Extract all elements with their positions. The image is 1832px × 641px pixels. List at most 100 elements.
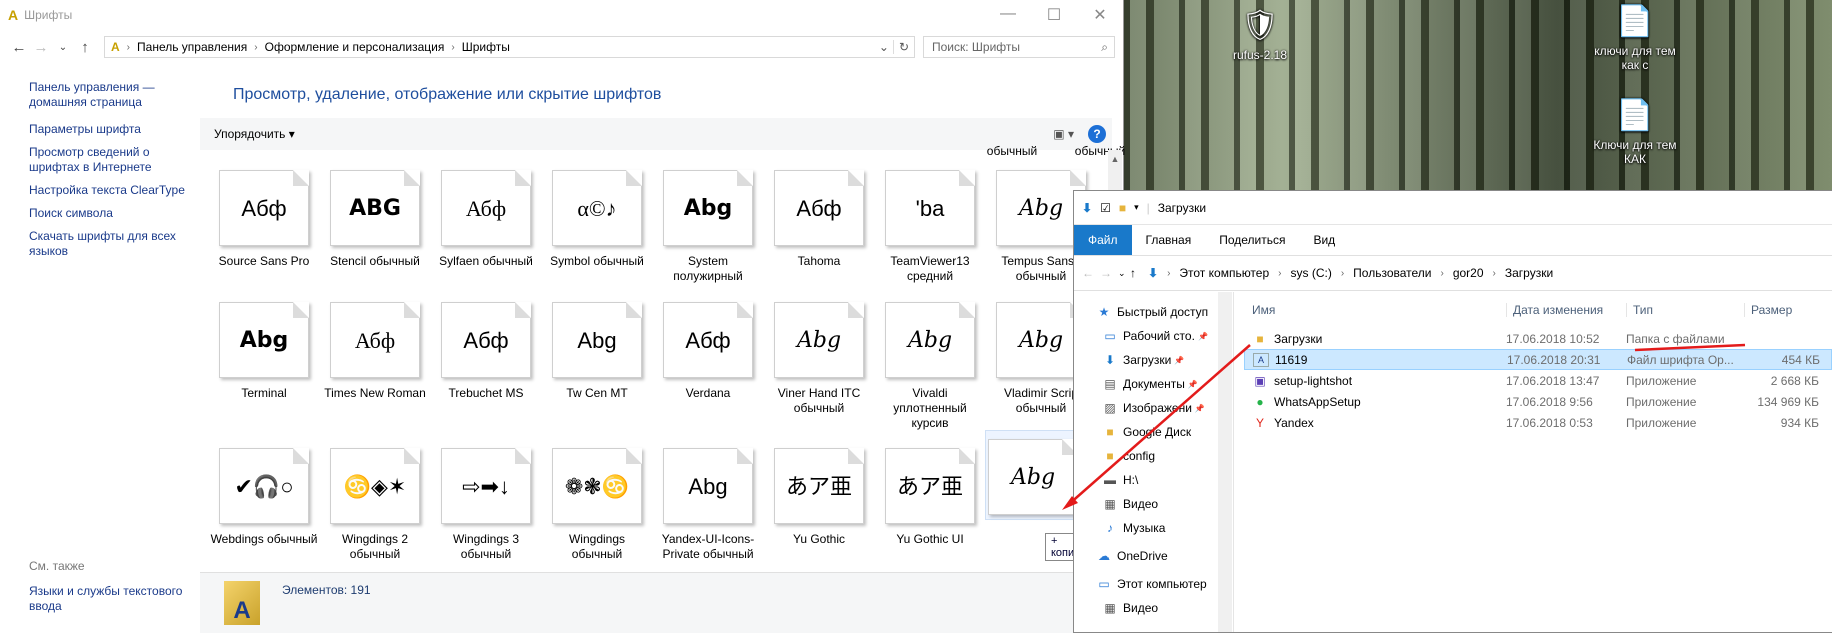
font-tile[interactable]: Abg Vivaldi уплотненный курсив xyxy=(876,299,984,431)
column-header-date[interactable]: Дата изменения xyxy=(1506,303,1626,317)
tab-home[interactable]: Главная xyxy=(1132,233,1206,247)
font-tile[interactable]: Abg System полужирный xyxy=(654,167,762,284)
nav-item[interactable]: ▦ Видео xyxy=(1074,596,1233,620)
back-arrow-icon[interactable]: ← xyxy=(1082,266,1100,280)
breadcrumb-item[interactable]: Шрифты xyxy=(462,40,510,54)
nav-item[interactable]: ★ Быстрый доступ xyxy=(1074,300,1233,324)
forward-arrow-icon[interactable]: → xyxy=(1100,266,1118,280)
nav-item[interactable]: ⬇ Загрузки 📌 xyxy=(1074,348,1233,372)
breadcrumb-item[interactable]: Пользователи xyxy=(1353,266,1431,280)
chevron-down-icon[interactable]: ⌄ xyxy=(1118,268,1130,279)
font-tile[interactable]: Абф Sylfaen обычный xyxy=(432,167,540,269)
link-font-info-online[interactable]: Просмотр сведений о шрифтах в Интернете xyxy=(29,145,169,175)
breadcrumb-item[interactable]: sys (C:) xyxy=(1290,266,1331,280)
font-tile[interactable]: あア亜 Yu Gothic UI xyxy=(876,445,984,547)
font-tile[interactable]: Abg Yandex-UI-Icons-Private обычный xyxy=(654,445,762,562)
desktop-icon-keys-1[interactable]: 📄 ключи для тем как с xyxy=(1590,2,1680,72)
refresh-icon[interactable]: ↻ xyxy=(892,40,914,54)
pin-icon[interactable]: 📌 xyxy=(1174,356,1184,365)
font-tile[interactable]: Абф Times New Roman xyxy=(321,299,429,401)
font-tile[interactable]: α©♪ Symbol обычный xyxy=(543,167,651,269)
breadcrumb-item[interactable]: Панель управления xyxy=(137,40,247,54)
up-arrow-icon[interactable]: ↑ xyxy=(1130,266,1148,280)
nav-item[interactable]: ▤ Документы 📌 xyxy=(1074,372,1233,396)
font-tile-label: System полужирный xyxy=(673,254,743,283)
font-tile[interactable]: 'ba TeamViewer13 средний xyxy=(876,167,984,284)
nav-item[interactable]: ☁ OneDrive xyxy=(1074,544,1233,568)
minimize-button[interactable]: — xyxy=(985,5,1031,25)
file-row[interactable]: ● WhatsAppSetup 17.06.2018 9:56 Приложение 1… xyxy=(1244,391,1832,412)
file-row[interactable]: ■ Загрузки 17.06.2018 10:52 Папка с файлами xyxy=(1244,328,1832,349)
link-download-fonts[interactable]: Скачать шрифты для всех языков xyxy=(29,229,179,259)
breadcrumb-item[interactable]: Оформление и персонализация xyxy=(265,40,445,54)
column-header-type[interactable]: Тип xyxy=(1626,303,1744,317)
font-tile[interactable]: Abg Viner Hand ITC обычный xyxy=(765,299,873,416)
search-input[interactable]: Поиск: Шрифты ⌕ xyxy=(923,36,1115,58)
nav-item[interactable]: ▨ Изображени 📌 xyxy=(1074,396,1233,420)
address-bar[interactable]: A › Панель управления › Оформление и пер… xyxy=(104,36,915,58)
item-count: Элементов: 191 xyxy=(282,583,371,597)
chevron-down-icon[interactable]: ⌄ xyxy=(52,42,74,53)
file-row[interactable]: A 11619 17.06.2018 20:31 Файл шрифта Op... 4… xyxy=(1244,349,1832,370)
folder-icon[interactable]: ■ xyxy=(1119,201,1126,215)
nav-item[interactable]: ♪ Музыка xyxy=(1074,516,1233,540)
maximize-button[interactable]: ☐ xyxy=(1031,5,1077,25)
dropdown-arrow-icon[interactable]: ⌄ xyxy=(879,40,893,54)
pin-icon[interactable]: 📌 xyxy=(1198,332,1208,341)
font-tile[interactable]: Abg Tw Cen MT xyxy=(543,299,651,401)
file-row[interactable]: ▣ setup-lightshot 17.06.2018 13:47 Приложен… xyxy=(1244,370,1832,391)
properties-icon[interactable]: ☑ xyxy=(1100,201,1111,215)
nav-item[interactable]: ■ Google Диск xyxy=(1074,420,1233,444)
desktop-icon-label: ключи для тем как с xyxy=(1594,44,1676,72)
link-find-character[interactable]: Поиск символа xyxy=(29,206,200,221)
font-tile[interactable]: Абф Verdana xyxy=(654,299,762,401)
link-font-settings[interactable]: Параметры шрифта xyxy=(29,122,200,137)
link-cleartype[interactable]: Настройка текста ClearType xyxy=(29,183,200,198)
desktop-icon-rufus[interactable]: 🛡 rufus-2.18 xyxy=(1215,6,1305,62)
up-arrow-icon[interactable]: ↑ xyxy=(74,39,96,56)
forward-arrow-icon[interactable]: → xyxy=(30,39,52,56)
tab-file[interactable]: Файл xyxy=(1074,225,1132,255)
font-tile[interactable]: ❁❃♋ Wingdings обычный xyxy=(543,445,651,562)
nav-item[interactable]: ▦ Видео xyxy=(1074,492,1233,516)
close-button[interactable]: ✕ xyxy=(1077,5,1123,25)
file-row[interactable]: Y Yandex 17.06.2018 0:53 Приложение 934 КБ xyxy=(1244,412,1832,433)
font-tile[interactable]: ✔🎧○ Webdings обычный xyxy=(210,445,318,547)
help-icon[interactable]: ? xyxy=(1088,125,1106,143)
pin-icon[interactable]: 📌 xyxy=(1188,380,1198,389)
font-tile[interactable]: ⇨➡↓ Wingdings 3 обычный xyxy=(432,445,540,562)
tab-share[interactable]: Поделиться xyxy=(1205,233,1299,247)
breadcrumb-item[interactable]: gor20 xyxy=(1453,266,1484,280)
font-tile[interactable]: Абф Source Sans Pro xyxy=(210,167,318,269)
back-arrow-icon[interactable]: ← xyxy=(8,39,30,56)
font-tile[interactable]: ♋◈✶ Wingdings 2 обычный xyxy=(321,445,429,562)
pin-icon[interactable]: 📌 xyxy=(1195,404,1205,413)
organize-button[interactable]: Упорядочить ▾ xyxy=(214,127,295,141)
link-language-services[interactable]: Языки и службы текстового ввода xyxy=(29,584,194,614)
view-options-icon[interactable]: ▣ ▾ xyxy=(1053,127,1074,141)
font-tile[interactable]: あア亜 Yu Gothic xyxy=(765,445,873,547)
column-header-name[interactable]: Имя xyxy=(1244,303,1506,317)
breadcrumb-item[interactable]: Этот компьютер xyxy=(1179,266,1269,280)
font-tile[interactable]: Абф Trebuchet MS xyxy=(432,299,540,401)
nav-item[interactable]: ■ config xyxy=(1074,444,1233,468)
nav-item[interactable]: ▬ H:\ xyxy=(1074,468,1233,492)
quick-access-dropdown-icon[interactable]: ▾ xyxy=(1134,202,1139,213)
font-tile[interactable]: Abg Terminal xyxy=(210,299,318,401)
yandex-icon: Y xyxy=(1255,415,1264,430)
font-tile-label: Yu Gothic UI xyxy=(896,532,964,546)
breadcrumb-item[interactable]: Загрузки xyxy=(1505,266,1553,280)
link-control-panel-home[interactable]: Панель управления — домашняя страница xyxy=(29,80,169,110)
column-header-size[interactable]: Размер xyxy=(1744,303,1819,317)
tab-view[interactable]: Вид xyxy=(1299,233,1349,247)
nav-item[interactable]: ▭ Рабочий сто. 📌 xyxy=(1074,324,1233,348)
font-tile[interactable]: ABG Stencil обычный xyxy=(321,167,429,269)
nav-item[interactable]: ▭ Этот компьютер xyxy=(1074,572,1233,596)
font-tile[interactable]: Абф Tahoma xyxy=(765,167,873,269)
search-icon: ⌕ xyxy=(1101,39,1108,54)
font-preview: ✔🎧○ xyxy=(214,445,309,524)
font-tile-label: TeamViewer13 средний xyxy=(890,254,970,283)
font-tile-label: Source Sans Pro xyxy=(218,254,310,268)
nav-scrollbar[interactable] xyxy=(1218,292,1232,632)
desktop-icon-keys-2[interactable]: 📄 Ключи для тем КАК xyxy=(1590,96,1680,166)
